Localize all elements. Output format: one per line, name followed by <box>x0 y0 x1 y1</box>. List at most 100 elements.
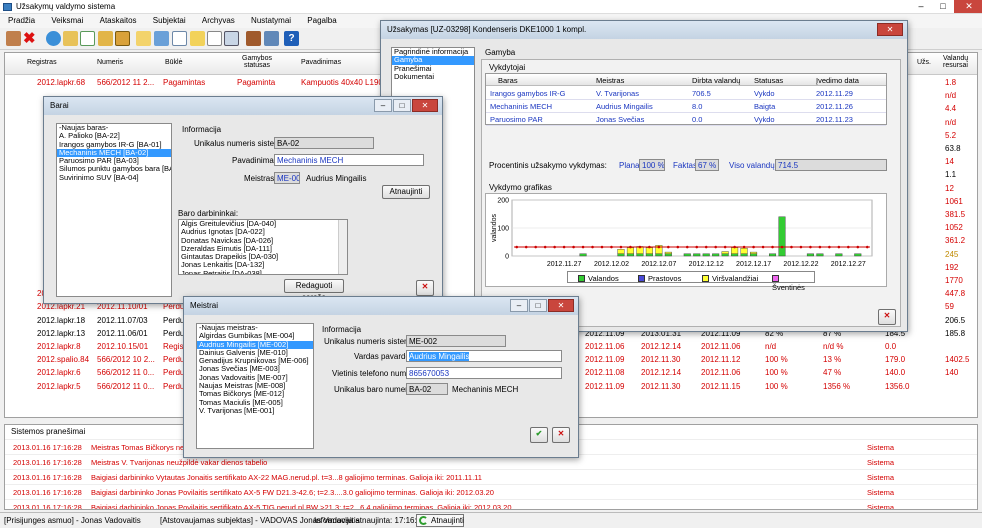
add-document-icon[interactable] <box>80 31 95 46</box>
close-red-icon[interactable]: ✖ <box>23 31 38 46</box>
col-registras[interactable]: Registras <box>27 59 57 66</box>
plan-point <box>667 245 670 249</box>
meistrai-phone-input[interactable]: 865670053 <box>406 367 562 379</box>
th-data[interactable]: Įvedimo data <box>816 76 859 85</box>
cell-valandu-resursai: 1402.5 <box>945 355 970 365</box>
cell-registras: 2012.lapkr.13 <box>37 328 86 338</box>
barai-minimize-button[interactable]: – <box>374 99 392 112</box>
plan-point <box>629 245 632 249</box>
barai-window: Barai – □ ✕ -Naujas baras- A. Paliokо [BA… <box>43 96 443 304</box>
bar <box>712 253 720 257</box>
th-dirbta[interactable]: Dirbta valandų <box>692 76 740 85</box>
col-pavadinimas[interactable]: Pavadinimas <box>301 59 341 66</box>
print-preview-icon[interactable] <box>207 31 222 46</box>
plan-point <box>581 245 585 249</box>
th-statusas[interactable]: Statusas <box>754 76 783 85</box>
barai-cancel-button[interactable]: ✕ <box>416 280 434 296</box>
download-icon[interactable] <box>136 31 151 46</box>
help-icon[interactable]: ? <box>284 31 299 46</box>
cell-statusas: Vykdо <box>754 115 775 124</box>
barai-workers-label: Baro darbininkai: <box>178 209 239 218</box>
table-row[interactable]: Irangos gamybos IR-G V. Tvarijonas 706.5 Vy… <box>486 86 886 100</box>
meistrai-maximize-button[interactable]: □ <box>529 299 547 312</box>
faktas-label: Faktas <box>673 161 698 170</box>
col-numeris[interactable]: Numeris <box>97 59 123 66</box>
meistrai-close-button[interactable]: ✕ <box>548 299 574 312</box>
close-button[interactable]: ✕ <box>954 0 982 13</box>
th-baras[interactable]: Baras <box>498 76 518 85</box>
email-icon[interactable] <box>190 31 205 46</box>
cell-dirbta: 0.0 <box>692 115 703 124</box>
cell-registras: 2012.lapkr.6 <box>37 368 81 378</box>
faktas-value: 67 % <box>695 159 719 171</box>
menu-archyvas[interactable]: Archyvas <box>194 14 241 25</box>
menu-pagalba[interactable]: Pagalba <box>299 14 342 25</box>
cell-valandu-resursai: 1770 <box>945 276 963 285</box>
barai-list-item[interactable]: Suvirinimo SUV [BA-04] <box>57 173 171 182</box>
worker-list-item[interactable]: Jonas Petraitis [DA-038] <box>179 269 347 274</box>
plan-point <box>771 245 774 249</box>
cell-date-3: 2012.11.06 <box>701 342 741 351</box>
bar-overtime <box>626 247 634 254</box>
cell-valandu-resursai: 1.1 <box>945 170 957 180</box>
report-icon[interactable] <box>115 31 130 46</box>
meistrai-list-item[interactable]: V. Tvarijonas [ME-001] <box>197 406 313 415</box>
grid-icon[interactable] <box>172 31 187 46</box>
user-delete-icon[interactable] <box>6 31 21 46</box>
list-item[interactable]: 2013.01.16 17:16:28 Baigiasi darbininko J… <box>5 484 977 499</box>
barai-close-button[interactable]: ✕ <box>412 99 438 112</box>
folder-icon[interactable] <box>63 31 78 46</box>
meistrai-cancel-button[interactable]: ✕ <box>552 427 570 443</box>
cell-statusas: Baigta <box>754 102 776 111</box>
nav-dokumentai[interactable]: Dokumentai <box>392 72 474 81</box>
plan-point <box>695 245 699 249</box>
tools-icon[interactable] <box>246 31 261 46</box>
menu-nustatymai[interactable]: Nustatymai <box>243 14 297 25</box>
barai-titlebar[interactable]: Barai – □ ✕ <box>44 97 442 115</box>
maximize-button[interactable]: □ <box>932 0 954 13</box>
order-cancel-button[interactable]: ✕ <box>878 309 896 325</box>
import-icon[interactable] <box>154 31 169 46</box>
meistrai-titlebar[interactable]: Meistrai – □ ✕ <box>184 297 578 315</box>
bar <box>854 253 862 257</box>
meistrai-name-input[interactable]: Audrius Mingailis <box>406 350 562 362</box>
th-meistras[interactable]: Meistras <box>596 76 624 85</box>
col-valandu-resursai[interactable]: Valandų resursai <box>943 55 975 69</box>
col-bukle[interactable]: Būklė <box>165 59 183 66</box>
cell-meistras: V. Tvarijonas <box>596 89 639 98</box>
list-item[interactable]: 2013.01.16 17:16:28 Baigiasi darbininko V… <box>5 469 977 484</box>
menu-subjektai[interactable]: Subjektai <box>145 14 192 25</box>
col-gamybos-statusas[interactable]: Gamybos statusas <box>237 55 277 69</box>
users-icon[interactable] <box>264 31 279 46</box>
bar <box>721 253 729 257</box>
menu-ataskaitos[interactable]: Ataskaitos <box>92 14 143 25</box>
cell-data: 2012.11.26 <box>816 102 853 111</box>
bar <box>626 253 634 257</box>
bar <box>693 253 701 257</box>
workers-scrollbar[interactable] <box>338 220 347 274</box>
order-window-titlebar[interactable]: Užsakymas [UZ-03298] Kondensеris DKE1000… <box>381 21 907 39</box>
barai-refresh-button[interactable]: Atnaujinti <box>382 185 430 199</box>
edit-workers-button[interactable]: Redaguoti sąrašą <box>284 279 344 302</box>
col-uzs[interactable]: Užs. <box>917 59 931 66</box>
list-item[interactable]: 2013.01.16 17:16:28 Baigiasi darbininko J… <box>5 499 977 509</box>
x-tick-label: 2012.12.12 <box>689 261 724 268</box>
plan-point <box>847 245 850 249</box>
print-icon[interactable] <box>224 31 239 46</box>
minimize-button[interactable]: – <box>910 0 932 13</box>
edit-icon[interactable] <box>98 31 113 46</box>
meistrai-ok-button[interactable]: ✔ <box>530 427 548 443</box>
refresh-label: Atnaujinti <box>431 516 464 525</box>
table-row[interactable]: Paruosimo PAR Jonas Svečias 0.0 Vykdо 2012.1… <box>486 112 886 126</box>
barai-maximize-button[interactable]: □ <box>393 99 411 112</box>
plan-point <box>543 245 547 249</box>
menu-pradzia[interactable]: Pradžia <box>0 14 41 25</box>
barai-name-input[interactable]: Mechaninis MECH <box>274 154 424 166</box>
status-refresh-button[interactable]: Atnaujinti <box>416 514 464 527</box>
table-row[interactable]: Mechaninis MECH Audrius Mingailis 8.0 Baigt… <box>486 99 886 113</box>
order-close-button[interactable]: ✕ <box>877 23 903 36</box>
menu-veiksmai[interactable]: Veiksmai <box>43 14 89 25</box>
meistrai-minimize-button[interactable]: – <box>510 299 528 312</box>
cell-valandu-resursai: 5.2 <box>945 130 957 140</box>
refresh-icon[interactable] <box>46 31 61 46</box>
